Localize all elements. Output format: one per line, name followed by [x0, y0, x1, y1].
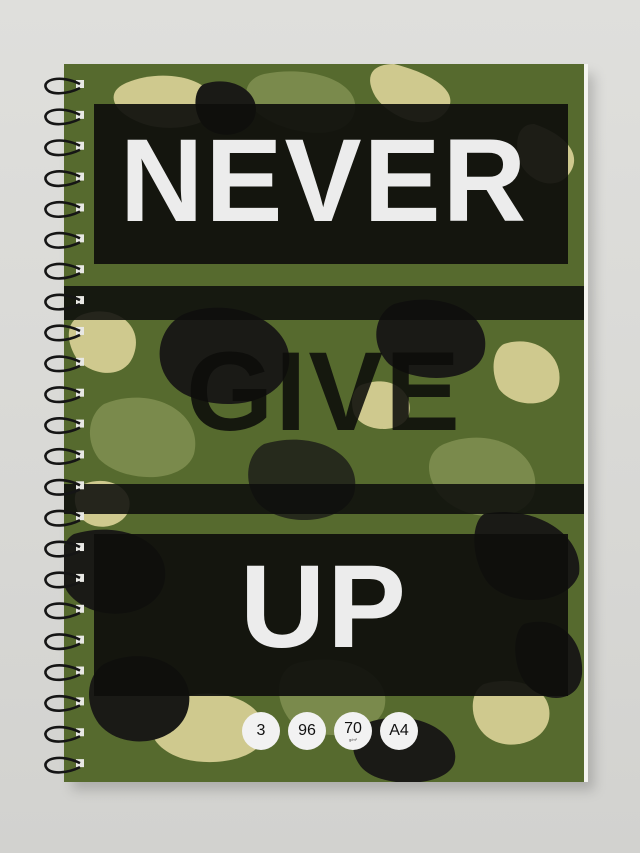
- dark-stripe: [64, 286, 584, 320]
- spiral-coil-loop: [44, 293, 81, 311]
- spiral-coil-loop: [44, 262, 81, 280]
- cover-word-never: NEVER: [119, 115, 529, 247]
- cover-word-give: GIVE: [186, 329, 462, 454]
- photo-scene: NEVER GIVE UP 3 96 70 g/m² A4: [0, 0, 640, 853]
- badge-value: A4: [389, 722, 409, 739]
- badge-value: 96: [298, 722, 316, 739]
- spiral-coil-loop: [44, 324, 81, 342]
- badge-sheets: 96: [288, 712, 326, 750]
- spiral-coil-loop: [44, 509, 81, 527]
- badge-value: 70: [344, 719, 362, 737]
- badge-paper-weight: 70 g/m²: [334, 712, 372, 750]
- spiral-coil-loop: [44, 386, 81, 404]
- spiral-coil-loop: [44, 756, 81, 774]
- badge-paper-size: A4: [380, 712, 418, 750]
- spiral-coil-loop: [44, 694, 81, 712]
- notebook-cover: NEVER GIVE UP 3 96 70 g/m² A4: [64, 64, 584, 782]
- spiral-coil-loop: [44, 170, 81, 188]
- spiral-coil-loop: [44, 417, 81, 435]
- spiral-coil-loop: [44, 571, 81, 589]
- badge-value: 3: [256, 722, 266, 739]
- spiral-coil-loop: [44, 139, 81, 157]
- spec-badges: 3 96 70 g/m² A4: [242, 712, 418, 750]
- badge-subjects: 3: [242, 712, 280, 750]
- spiral-coil-loop: [44, 663, 81, 682]
- dark-stripe: [64, 484, 584, 514]
- badge-unit: g/m²: [349, 736, 357, 742]
- spiral-coil-loop: [44, 540, 81, 558]
- spiral-coil-loop: [44, 108, 81, 126]
- spiral-coil-loop: [44, 77, 81, 95]
- spiral-coil-loop: [44, 633, 81, 651]
- spiral-coil-loop: [44, 231, 81, 249]
- spiral-coil-loop: [44, 200, 81, 219]
- spiral-binding-icon: [44, 77, 84, 774]
- spiral-coil-loop: [44, 355, 81, 373]
- spiral-coil-loop: [44, 725, 81, 743]
- cover-word-up: UP: [240, 541, 408, 673]
- spiral-coil-loop: [44, 447, 81, 465]
- spiral-coil-loop: [44, 602, 81, 620]
- spiral-coil-loop: [44, 478, 81, 496]
